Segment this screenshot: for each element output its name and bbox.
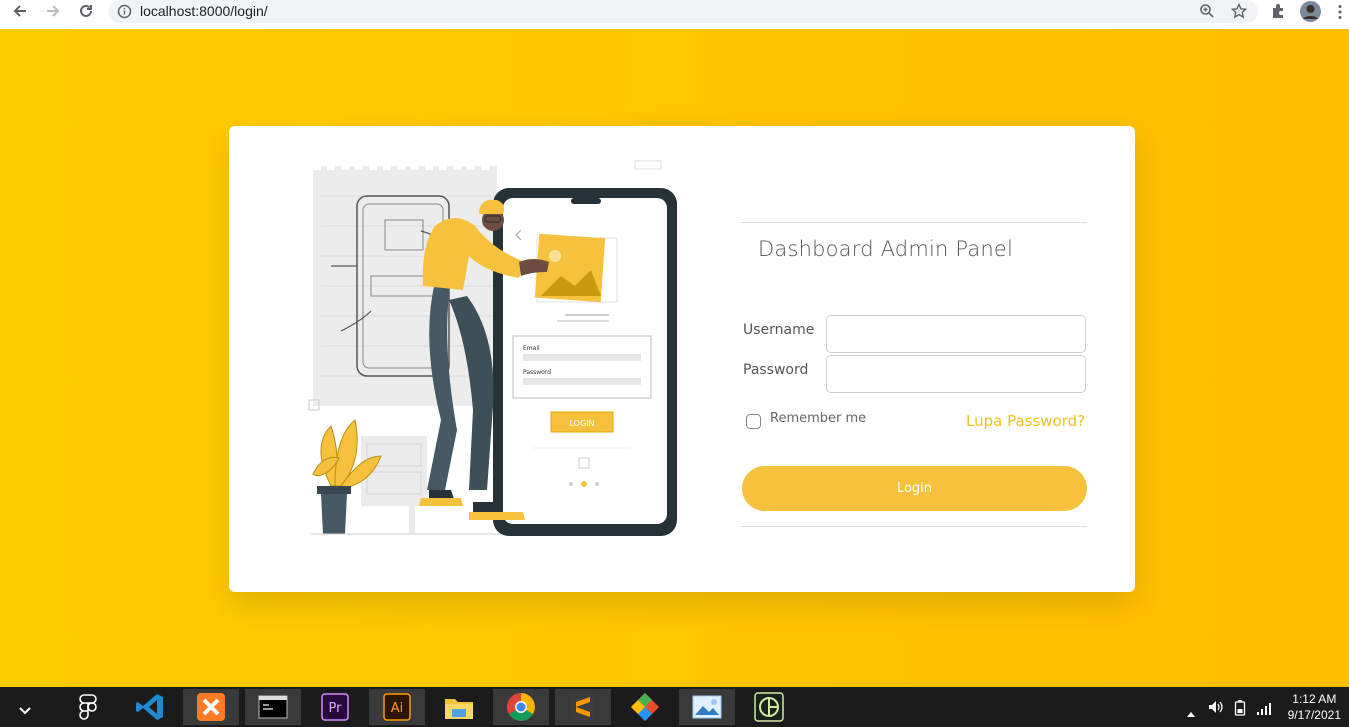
chevron-down-icon[interactable] (18, 701, 32, 720)
address-bar[interactable] (108, 0, 1258, 23)
terminal-icon[interactable] (245, 689, 301, 725)
back-icon[interactable] (9, 0, 31, 22)
profile-avatar[interactable] (1300, 1, 1321, 26)
forward-icon[interactable] (42, 0, 64, 22)
remember-me-label[interactable]: Remember me (770, 411, 866, 426)
forgot-password-link[interactable]: Lupa Password? (966, 412, 1085, 430)
username-input[interactable] (826, 315, 1086, 353)
page-background: Email Password LOGIN Dashboard Admin Pan… (0, 29, 1349, 687)
svg-text:Ai: Ai (391, 701, 404, 716)
illus-password-label: Password (523, 369, 551, 376)
tray-chevron-up-icon[interactable] (1186, 703, 1196, 722)
password-input[interactable] (826, 355, 1086, 393)
chrome-icon[interactable] (493, 689, 549, 725)
clock-date: 9/17/2021 (1287, 708, 1341, 722)
premiere-icon[interactable]: Pr (307, 689, 363, 725)
illus-email-label: Email (523, 345, 540, 352)
svg-text:Pr: Pr (329, 701, 343, 716)
volume-icon[interactable] (1207, 699, 1223, 719)
page-title: Dashboard Admin Panel (758, 237, 1014, 261)
photos-icon[interactable] (679, 689, 735, 725)
remember-me-checkbox[interactable] (746, 414, 761, 429)
wifi-signal-icon[interactable] (1256, 700, 1272, 719)
battery-icon[interactable] (1234, 699, 1246, 720)
git-icon[interactable] (617, 689, 673, 725)
browser-toolbar: localhost:8000/login/ (0, 0, 1349, 29)
zoom-icon[interactable] (1199, 3, 1215, 23)
login-button[interactable]: Login (742, 466, 1087, 511)
vscode-icon[interactable] (122, 689, 178, 725)
bookmark-star-icon[interactable] (1230, 2, 1248, 23)
figma-icon[interactable] (60, 689, 116, 725)
extensions-icon[interactable] (1270, 3, 1286, 23)
clock-time: 1:12 AM (1292, 692, 1337, 706)
username-label: Username (743, 322, 815, 338)
windows-taskbar: Pr Ai 1:12 AM 9/17/2021 (0, 687, 1349, 727)
password-label: Password (743, 362, 809, 378)
login-card: Email Password LOGIN Dashboard Admin Pan… (229, 126, 1135, 592)
bottom-divider (741, 526, 1087, 527)
login-illustration: Email Password LOGIN (308, 160, 677, 536)
file-explorer-icon[interactable] (431, 689, 487, 725)
illus-login-label: LOGIN (569, 419, 594, 428)
url-text: localhost:8000/login/ (140, 3, 268, 19)
illustrator-icon[interactable]: Ai (369, 689, 425, 725)
reload-icon[interactable] (75, 0, 97, 22)
app-icon[interactable] (741, 689, 797, 725)
top-divider (741, 222, 1087, 223)
system-clock[interactable]: 1:12 AM 9/17/2021 (1288, 691, 1341, 723)
more-menu-icon[interactable] (1337, 4, 1343, 24)
xampp-icon[interactable] (183, 689, 239, 725)
site-info-icon[interactable] (117, 4, 132, 23)
sublime-icon[interactable] (555, 689, 611, 725)
